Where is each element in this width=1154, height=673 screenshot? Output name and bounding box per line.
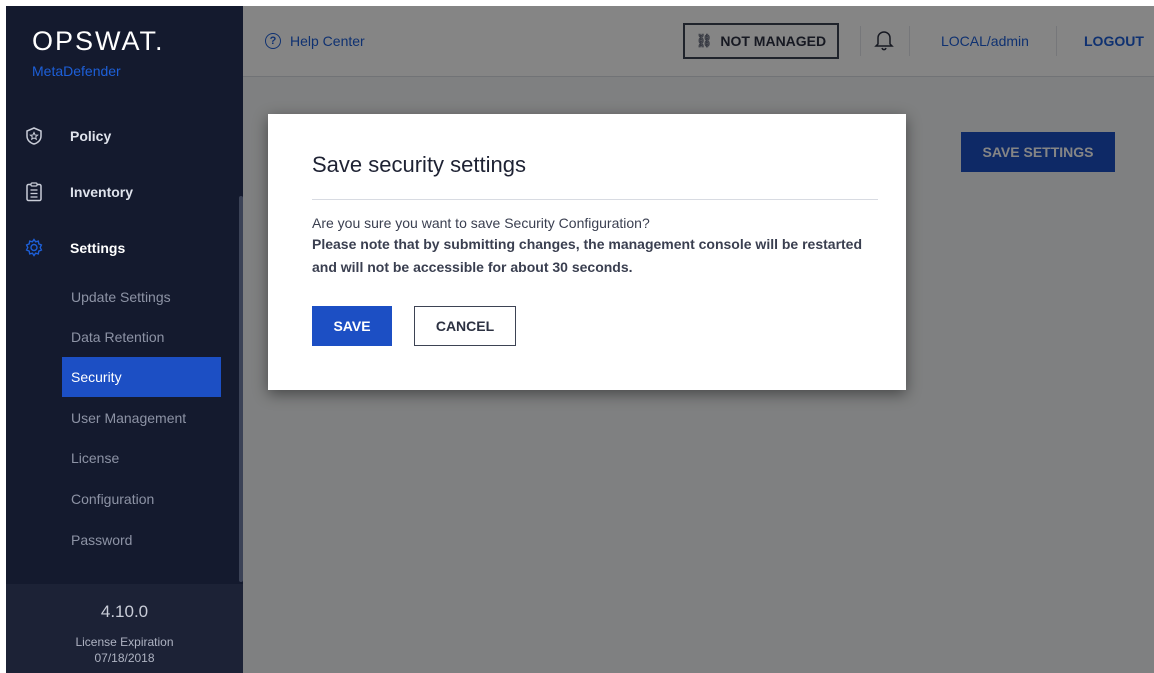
save-security-dialog: Save security settings Are you sure you …	[268, 114, 906, 390]
sidebar: OPSWAT. MetaDefender Policy Inventory Se…	[6, 6, 243, 673]
license-expiration-label: License Expiration	[75, 635, 174, 649]
sidebar-subitem-security[interactable]: Security	[62, 357, 221, 397]
dialog-warning-continued: and will not be accessible for about 30 …	[312, 259, 633, 275]
dialog-cancel-button[interactable]: CANCEL	[414, 306, 516, 346]
sidebar-item-policy[interactable]: Policy	[6, 108, 243, 164]
sidebar-subitem-user-management[interactable]: User Management	[62, 398, 221, 438]
gear-icon	[24, 238, 44, 258]
sidebar-item-label: Settings	[70, 240, 126, 256]
sidebar-subitem-license[interactable]: License	[62, 438, 221, 478]
sidebar-footer: 4.10.0 License Expiration 07/18/2018	[6, 584, 243, 673]
dialog-message: Are you sure you want to save Security C…	[312, 215, 650, 231]
sidebar-item-settings[interactable]: Settings	[6, 220, 243, 276]
sidebar-subitem-update-settings[interactable]: Update Settings	[62, 277, 221, 317]
sidebar-subitem-password[interactable]: Password	[62, 520, 221, 560]
clipboard-icon	[24, 182, 44, 202]
dialog-title: Save security settings	[312, 152, 526, 177]
shield-star-icon	[24, 126, 44, 146]
dialog-divider	[312, 199, 878, 200]
sidebar-subitem-data-retention[interactable]: Data Retention	[62, 317, 221, 357]
product-name: MetaDefender	[32, 63, 121, 79]
brand-logo[interactable]: OPSWAT.	[32, 26, 165, 57]
sidebar-item-label: Inventory	[70, 184, 134, 200]
dialog-save-button[interactable]: SAVE	[312, 306, 392, 346]
sidebar-item-inventory[interactable]: Inventory	[6, 164, 243, 220]
sidebar-item-label: Policy	[70, 128, 112, 144]
sidebar-subitem-configuration[interactable]: Configuration	[62, 479, 221, 519]
license-expiration-date: 07/18/2018	[94, 651, 155, 665]
dialog-warning: Please note that by submitting changes, …	[312, 236, 863, 252]
version-label: 4.10.0	[100, 602, 149, 621]
